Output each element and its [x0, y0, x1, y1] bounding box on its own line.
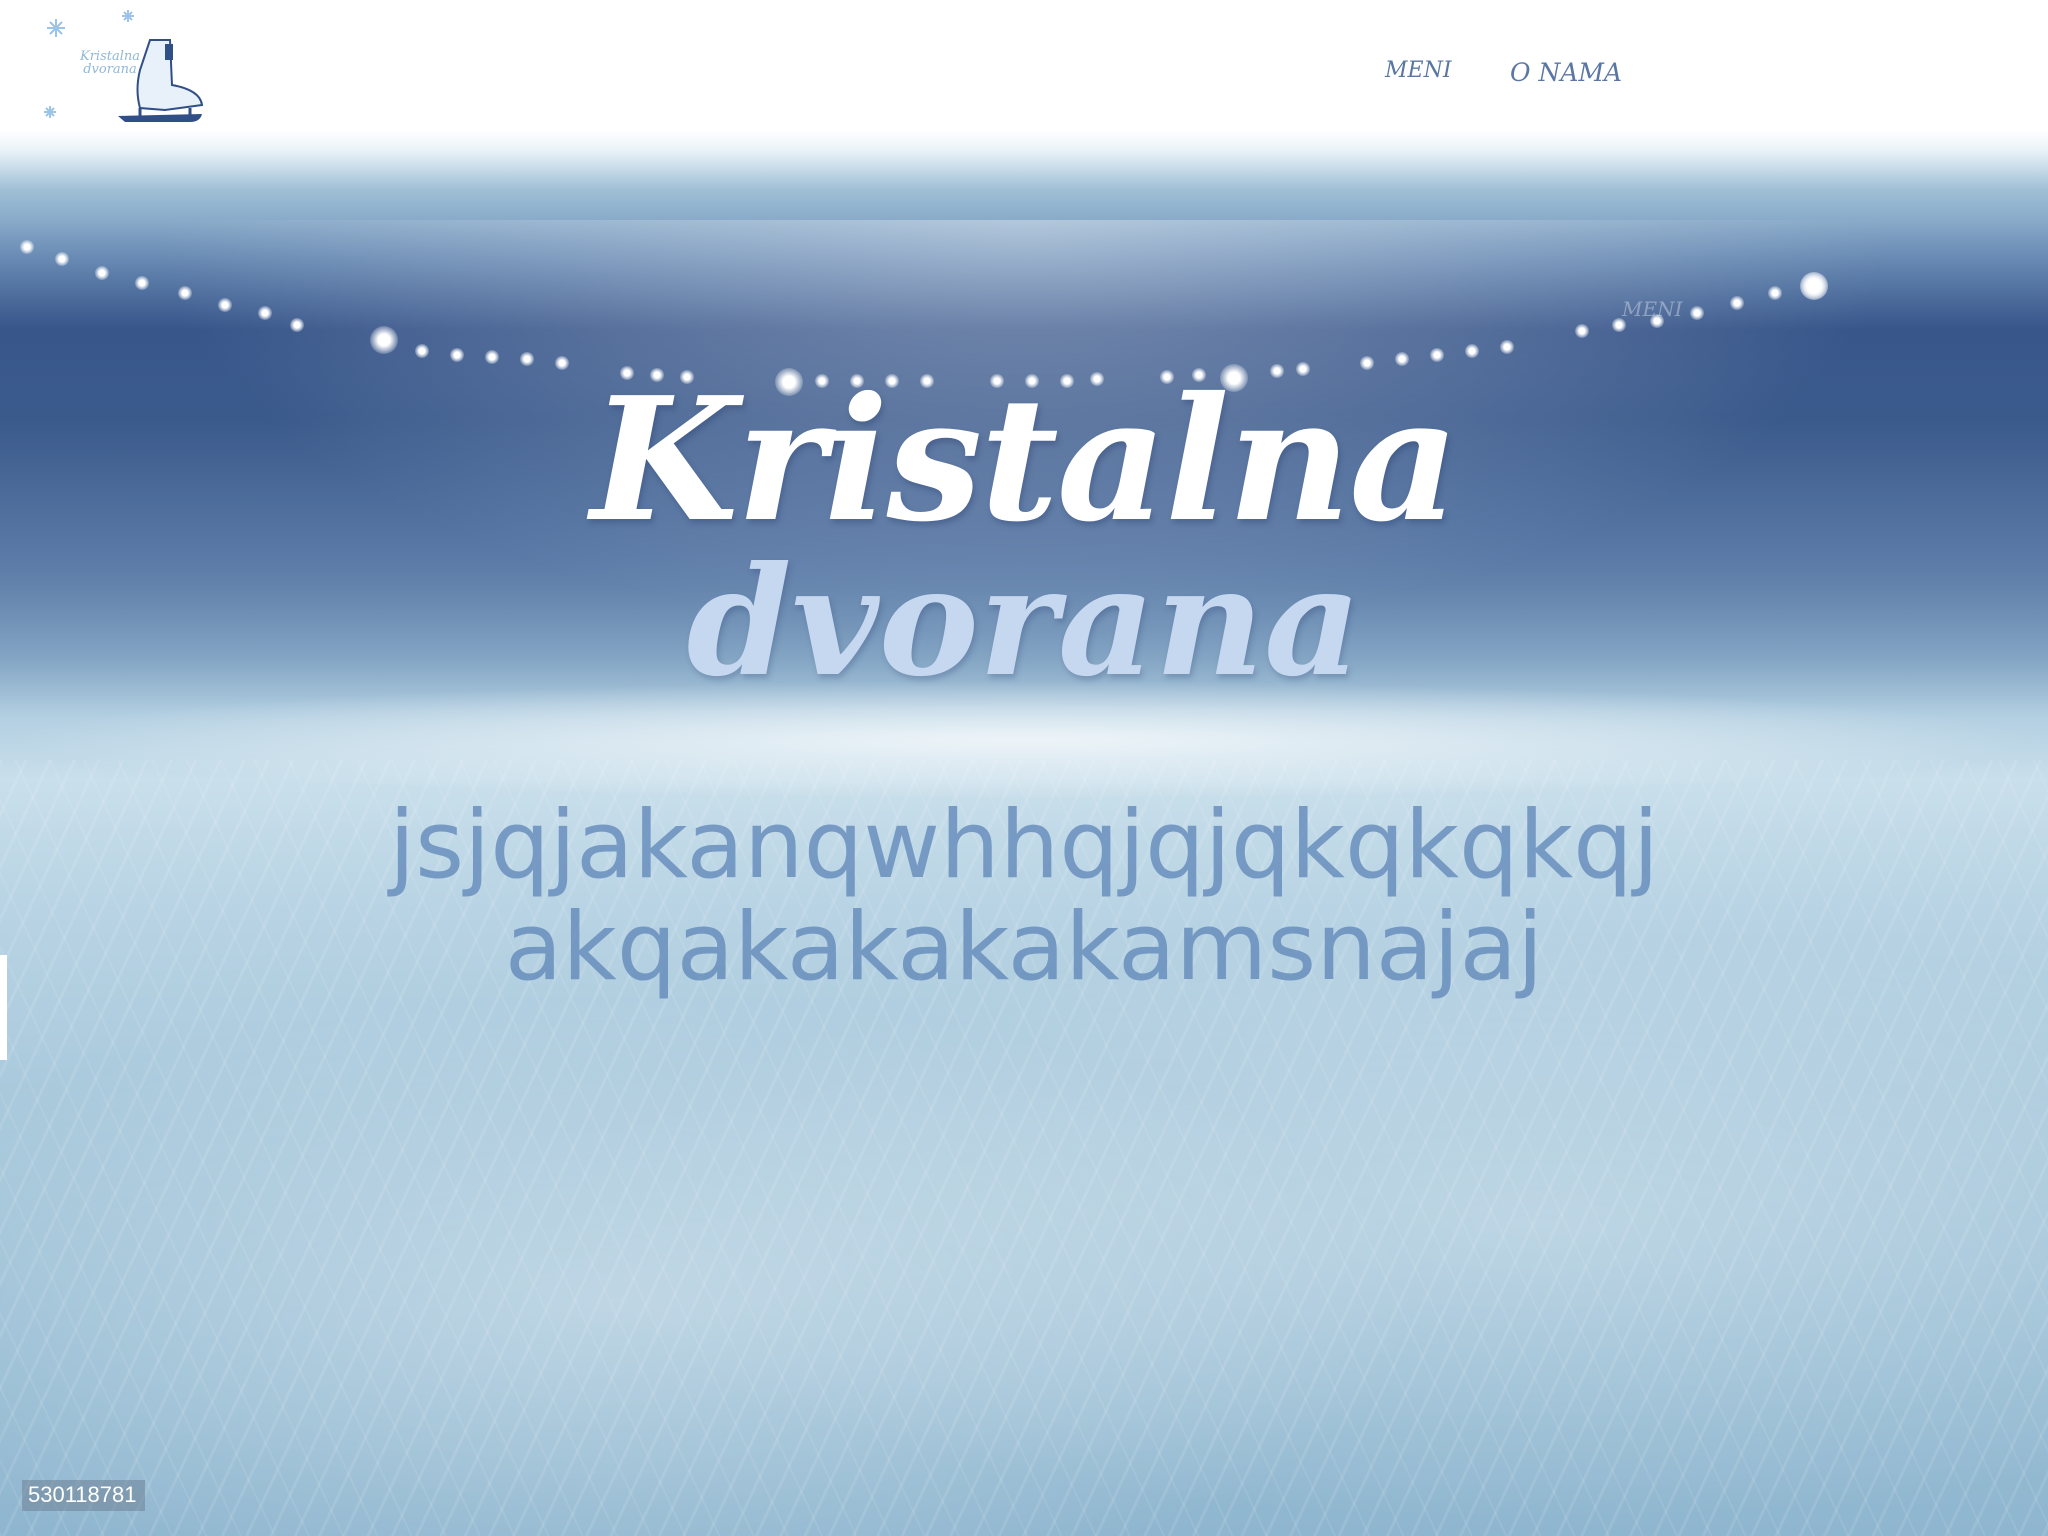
hero-title-line-2: dvorana — [686, 534, 1362, 710]
hero-subtitle-line-1: jsjqjakanqwhhqjqjqkqkqkqj — [389, 791, 1659, 900]
hero-title-line-1: Kristalna — [590, 360, 1460, 560]
site-header: Kristalna dvorana MENI O NAMA — [0, 0, 2048, 140]
nav-link-meni[interactable]: MENI — [1385, 58, 1452, 83]
logo-line-2: dvorana — [83, 62, 137, 77]
hero-subtitle-line-2: akqakakakakamsnajaj — [504, 893, 1544, 1002]
nav-link-o-nama[interactable]: O NAMA — [1510, 58, 1622, 87]
ice-rink-background — [0, 0, 2048, 1536]
image-id-badge: 530118781 — [22, 1480, 145, 1511]
site-logo[interactable]: Kristalna dvorana — [40, 10, 210, 125]
page: Kristalna dvorana MENI O NAMA MENI Krist… — [0, 0, 2048, 1536]
hero-subtitle: jsjqjakanqwhhqjqjqkqkqkqj akqakakakakams… — [0, 795, 2048, 999]
hero-title: Kristalna dvorana — [0, 375, 2048, 697]
side-tab[interactable] — [0, 955, 7, 1060]
ghost-nav-label: MENI — [1622, 297, 1683, 321]
logo-text: Kristalna dvorana — [70, 50, 150, 76]
